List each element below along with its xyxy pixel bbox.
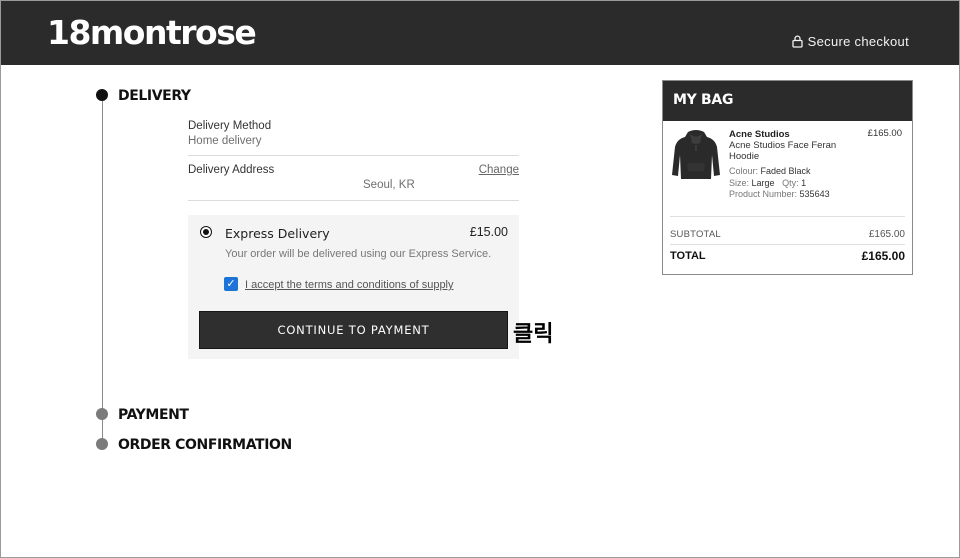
my-bag-panel: MY BAG Acne Studios Acne Studios Face Fe…: [662, 80, 913, 275]
lock-icon: [792, 35, 803, 48]
product-number-label: Product Number:: [729, 189, 798, 199]
product-qty-label: Qty:: [782, 178, 799, 188]
secure-checkout: Secure checkout: [792, 34, 909, 49]
hoodie-product-image[interactable]: [671, 129, 721, 181]
delivery-method-label: Delivery Method: [188, 120, 272, 132]
terms-link[interactable]: I accept the terms and conditions of sup…: [245, 279, 454, 291]
product-size-qty: Size: Large Qty: 1: [729, 178, 806, 188]
express-delivery-radio[interactable]: [200, 226, 212, 238]
step-title-order-confirmation: ORDER CONFIRMATION: [118, 437, 292, 453]
product-name[interactable]: Acne Studios Face Feran Hoodie: [729, 140, 839, 162]
product-size-label: Size:: [729, 178, 750, 188]
divider: [670, 244, 905, 245]
subtotal-value: £165.00: [868, 229, 905, 240]
total-value: £165.00: [861, 249, 905, 263]
product-colour-value: Faded Black: [760, 166, 811, 176]
step-dot-payment: [96, 408, 108, 420]
divider: [670, 216, 905, 217]
step-dot-delivery: [96, 89, 108, 101]
product-qty-value: 1: [801, 178, 807, 188]
product-price: £165.00: [867, 128, 902, 139]
site-logo[interactable]: 18montrose: [47, 13, 257, 52]
subtotal-label: SUBTOTAL: [670, 229, 721, 240]
step-title-delivery: DELIVERY: [118, 88, 191, 104]
delivery-address-value: Seoul, KR: [363, 179, 415, 191]
secure-checkout-label: Secure checkout: [807, 34, 909, 49]
product-brand: Acne Studios: [729, 129, 790, 140]
express-delivery-price: £15.00: [469, 225, 508, 239]
step-dot-order-confirmation: [96, 438, 108, 450]
divider: [188, 200, 519, 201]
checkmark-icon: ✓: [226, 278, 236, 290]
express-delivery-description: Your order will be delivered using our E…: [225, 248, 492, 260]
total-label: TOTAL: [670, 250, 706, 262]
continue-to-payment-button[interactable]: CONTINUE TO PAYMENT: [199, 311, 508, 349]
change-address-link[interactable]: Change: [479, 164, 519, 176]
click-annotation: 클릭: [513, 322, 554, 347]
site-header: 18montrose Secure checkout: [1, 1, 959, 65]
steps-timeline: [102, 96, 103, 448]
product-size-value: Large: [751, 178, 775, 188]
product-number-value: 535643: [799, 189, 830, 199]
product-colour: Colour: Faded Black: [729, 166, 811, 176]
step-title-payment: PAYMENT: [118, 407, 189, 423]
express-delivery-option[interactable]: Express Delivery £15.00 Your order will …: [188, 215, 519, 359]
terms-checkbox[interactable]: ✓: [224, 277, 238, 291]
my-bag-title: MY BAG: [663, 81, 912, 121]
delivery-method-value: Home delivery: [188, 135, 262, 147]
product-number: Product Number: 535643: [729, 189, 830, 199]
delivery-address-label: Delivery Address: [188, 164, 275, 176]
divider: [188, 155, 519, 156]
product-colour-label: Colour:: [729, 166, 759, 176]
express-delivery-title: Express Delivery: [225, 226, 330, 241]
